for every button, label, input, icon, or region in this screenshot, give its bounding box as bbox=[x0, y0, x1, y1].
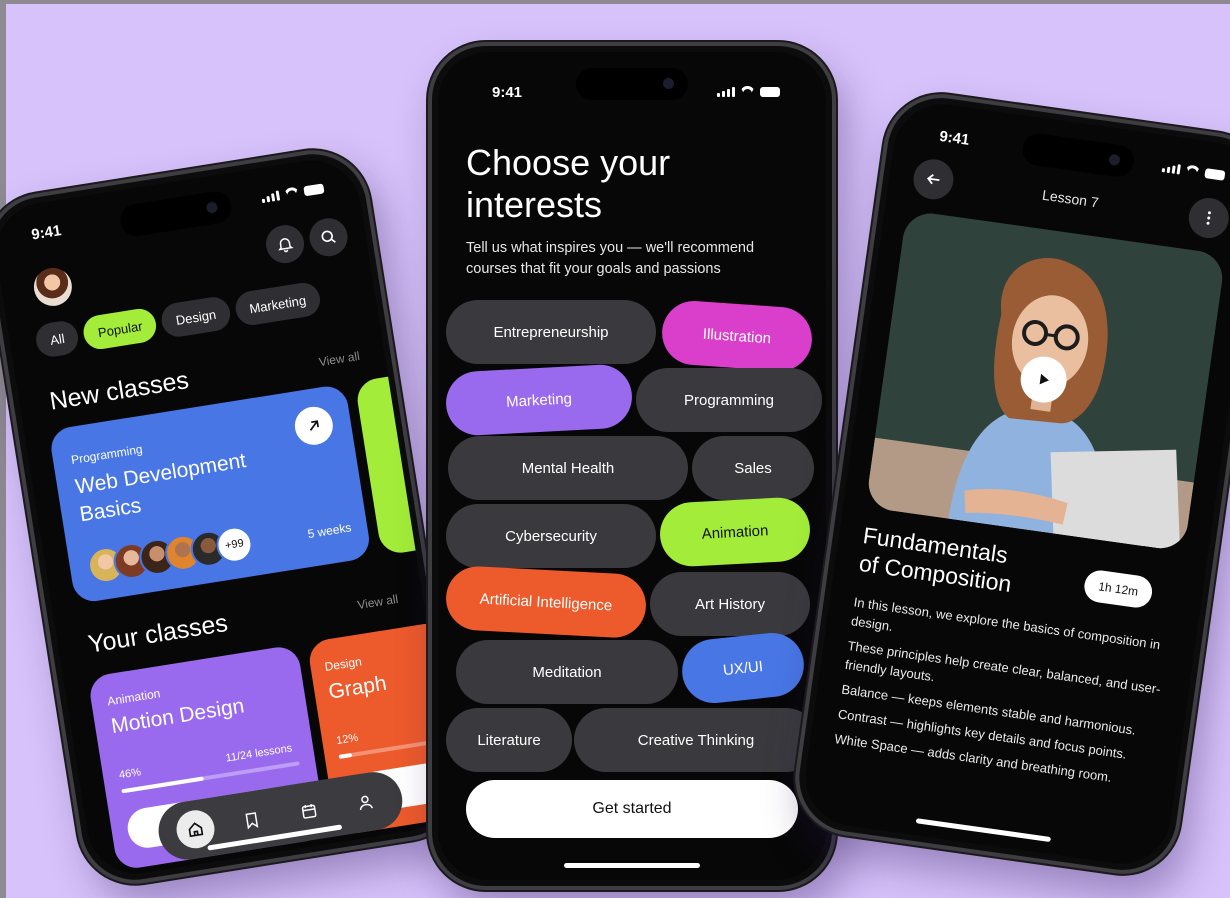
interest-pill[interactable]: UX/UI bbox=[678, 629, 808, 707]
home-indicator bbox=[564, 863, 700, 868]
signal-icon bbox=[717, 87, 735, 97]
interest-pill[interactable]: Meditation bbox=[456, 640, 678, 704]
interest-pill[interactable]: Entrepreneurship bbox=[446, 300, 656, 364]
phone-home: 9:41 All Popular Design Marketing New cl… bbox=[0, 141, 471, 893]
home-icon bbox=[188, 822, 204, 838]
lesson-label: Lesson 7 bbox=[1041, 186, 1100, 211]
more-vertical-icon bbox=[1206, 211, 1211, 225]
interest-pill[interactable]: Illustration bbox=[659, 298, 815, 374]
lesson-duration: 1h 12m bbox=[1082, 568, 1155, 610]
status-icons bbox=[261, 182, 325, 204]
new-classes-title: New classes bbox=[47, 366, 191, 416]
title-line-1: Choose your bbox=[466, 142, 671, 183]
chip-marketing[interactable]: Marketing bbox=[232, 280, 323, 328]
interest-pill[interactable]: Mental Health bbox=[448, 436, 688, 500]
battery-icon bbox=[303, 183, 325, 197]
chip-design[interactable]: Design bbox=[159, 294, 233, 340]
web-dev-card[interactable]: Programming Web Development Basics +99 5… bbox=[48, 383, 373, 605]
interest-pill[interactable]: Marketing bbox=[444, 363, 634, 437]
lesson-title: Fundamentals of Composition bbox=[857, 521, 1017, 598]
lesson-screen: 9:41 Lesson 7 Fundamentals of Compositio… bbox=[799, 97, 1230, 871]
card-title: Graph bbox=[326, 671, 389, 704]
interest-pill[interactable]: Art History bbox=[650, 572, 810, 636]
search-button[interactable] bbox=[306, 215, 351, 259]
card-duration: 5 weeks bbox=[306, 520, 353, 542]
wifi-icon bbox=[740, 86, 755, 97]
progress-percent: 46% bbox=[118, 766, 142, 782]
signal-icon bbox=[261, 190, 281, 204]
get-started-button[interactable]: Get started bbox=[466, 780, 798, 838]
battery-icon bbox=[760, 87, 780, 97]
page-subtitle: Tell us what inspires you — we'll recomm… bbox=[466, 240, 755, 277]
status-icons bbox=[1161, 161, 1226, 181]
card-category: Animation bbox=[106, 686, 162, 709]
interest-pill[interactable]: Artificial Intelligence bbox=[444, 564, 648, 640]
signal-icon bbox=[1161, 162, 1181, 175]
dynamic-island bbox=[1020, 131, 1136, 179]
lesson-video[interactable] bbox=[865, 209, 1226, 552]
chip-popular[interactable]: Popular bbox=[81, 306, 159, 352]
page-title: Choose your interests bbox=[466, 142, 670, 226]
arrow-left-icon bbox=[926, 174, 940, 185]
home-indicator bbox=[915, 818, 1052, 843]
new-classes-view-all[interactable]: View all bbox=[318, 349, 361, 369]
interest-pill[interactable]: Creative Thinking bbox=[574, 708, 818, 772]
your-classes-view-all[interactable]: View all bbox=[356, 592, 399, 612]
open-card-button[interactable] bbox=[292, 404, 336, 448]
interest-pill[interactable]: Animation bbox=[658, 496, 812, 568]
card-category: Programming bbox=[70, 442, 144, 468]
dynamic-island bbox=[118, 189, 234, 239]
your-classes-title: Your classes bbox=[86, 608, 230, 659]
card-category: Design bbox=[323, 654, 363, 675]
status-time: 9:41 bbox=[30, 222, 63, 244]
interests-screen: 9:41 Choose your interests Tell us what … bbox=[438, 52, 826, 880]
home-screen: 9:41 All Popular Design Marketing New cl… bbox=[0, 153, 459, 881]
dynamic-island bbox=[576, 68, 688, 100]
interest-pill[interactable]: Literature bbox=[446, 708, 572, 772]
search-icon bbox=[321, 230, 336, 243]
wifi-icon bbox=[1184, 164, 1200, 177]
category-chips: All Popular Design Marketing bbox=[33, 280, 323, 359]
phone-interests: 9:41 Choose your interests Tell us what … bbox=[428, 42, 836, 890]
arrow-up-right-icon bbox=[309, 420, 319, 431]
wifi-icon bbox=[283, 186, 300, 199]
chip-all[interactable]: All bbox=[33, 318, 81, 359]
progress-percent: 12% bbox=[335, 731, 360, 748]
status-time: 9:41 bbox=[492, 84, 523, 101]
progress-fill bbox=[338, 752, 353, 759]
lessons-count: 11/24 lessons bbox=[224, 742, 294, 765]
phone-lesson: 9:41 Lesson 7 Fundamentals of Compositio… bbox=[787, 86, 1230, 882]
interest-pill[interactable]: Sales bbox=[692, 436, 814, 500]
interest-pill[interactable]: Programming bbox=[636, 368, 822, 432]
status-icons bbox=[717, 86, 780, 97]
title-line-2: interests bbox=[466, 184, 603, 225]
bookmark-icon bbox=[245, 812, 259, 830]
avatar[interactable] bbox=[31, 265, 75, 309]
status-time: 9:41 bbox=[938, 127, 971, 149]
calendar-icon bbox=[301, 804, 317, 819]
battery-icon bbox=[1204, 168, 1226, 181]
lesson-description: In this lesson, we explore the basics of… bbox=[833, 592, 1173, 798]
profile-icon bbox=[360, 795, 374, 811]
notification-button[interactable] bbox=[263, 222, 307, 266]
bell-icon bbox=[278, 238, 294, 253]
play-icon bbox=[1039, 373, 1049, 385]
enrolled-avatars: +99 bbox=[85, 524, 256, 586]
more-options-button[interactable] bbox=[1186, 195, 1230, 241]
interest-pill[interactable]: Cybersecurity bbox=[446, 504, 656, 568]
back-button[interactable] bbox=[910, 156, 957, 202]
tab-profile[interactable] bbox=[344, 781, 387, 824]
